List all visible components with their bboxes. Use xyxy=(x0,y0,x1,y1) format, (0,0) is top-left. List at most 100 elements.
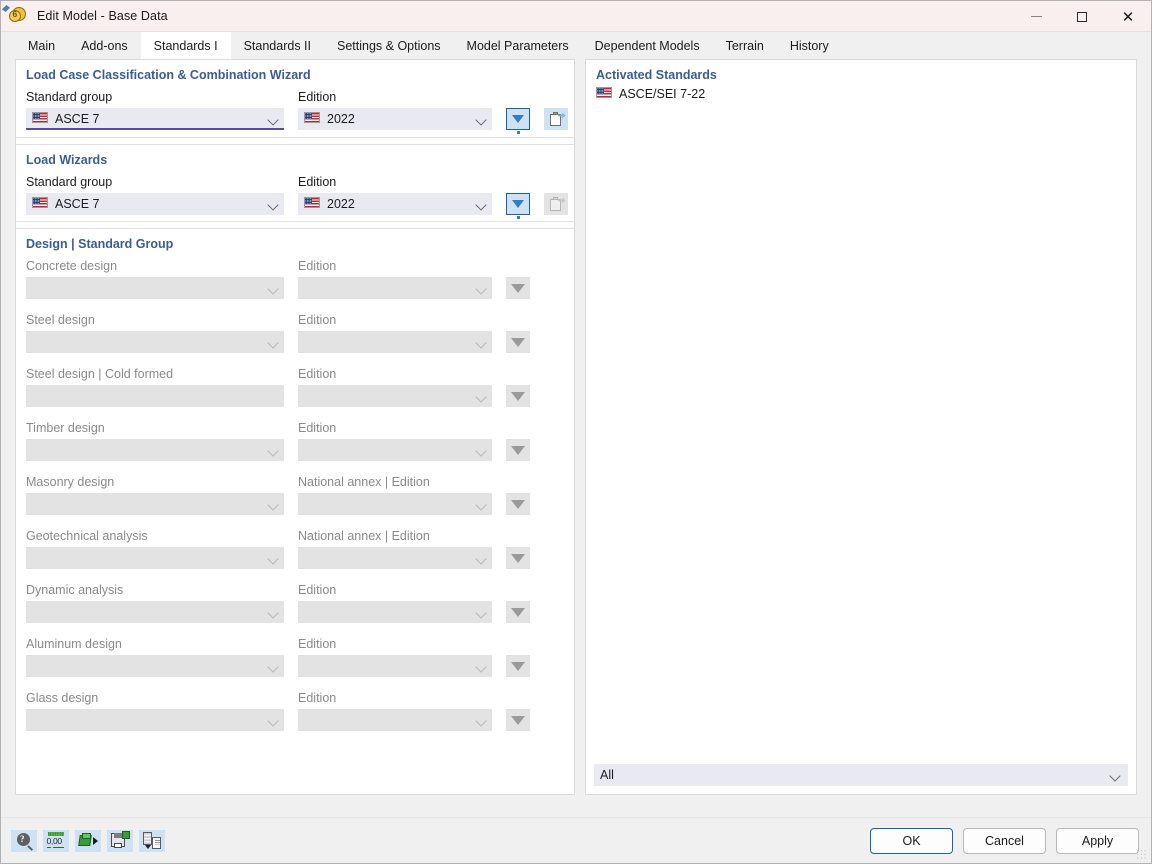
design-standard-select[interactable] xyxy=(26,331,284,353)
tab-history[interactable]: History xyxy=(777,32,842,59)
flag-us-icon xyxy=(304,197,320,211)
tab-add-ons[interactable]: Add-ons xyxy=(68,32,141,59)
tab-model-parameters[interactable]: Model Parameters xyxy=(454,32,582,59)
chevron-down-icon xyxy=(268,282,280,294)
tab-terrain[interactable]: Terrain xyxy=(713,32,777,59)
field-edition-lcw: Edition 2022 xyxy=(298,90,492,130)
tab-settings-and-options[interactable]: Settings & Options xyxy=(324,32,454,59)
resize-grip[interactable] xyxy=(1136,849,1147,860)
close-icon[interactable]: ✕ xyxy=(1105,1,1151,32)
edition-select-lcw[interactable]: 2022 xyxy=(298,108,492,130)
field-label: Edition xyxy=(298,637,492,651)
units-ruler-icon[interactable]: 0,00 xyxy=(43,830,69,852)
design-row: Geotechnical analysisNational annex | Ed… xyxy=(26,529,564,569)
standards-left-pane: Load Case Classification & Combination W… xyxy=(15,59,575,795)
design-row: Glass designEdition xyxy=(26,691,564,731)
tab-main[interactable]: Main xyxy=(15,32,68,59)
ok-button[interactable]: OK xyxy=(870,828,953,854)
footer-toolbar: ? 0,00 xyxy=(11,830,165,852)
design-edition-select[interactable] xyxy=(298,601,492,623)
title-bar: 6 Edit Model - Base Data ✕ xyxy=(1,1,1151,32)
design-filter-dropdown-button[interactable] xyxy=(506,331,530,353)
filter-funnel-icon-button-lw[interactable] xyxy=(506,193,530,215)
field-label: Edition xyxy=(298,691,492,705)
design-field-right: National annex | Edition xyxy=(298,475,492,515)
design-filter-dropdown-button[interactable] xyxy=(506,709,530,731)
chevron-down-icon xyxy=(476,282,488,294)
minimize-button[interactable] xyxy=(1013,1,1059,32)
apply-button[interactable]: Apply xyxy=(1056,828,1139,854)
field-label: Standard group xyxy=(26,90,284,104)
standard-group-value: ASCE 7 xyxy=(55,197,99,211)
window-title: Edit Model - Base Data xyxy=(37,9,168,23)
list-item-label: ASCE/SEI 7-22 xyxy=(619,87,705,101)
design-standard-select[interactable] xyxy=(26,655,284,677)
field-standard-group-lw: Standard group ASCE 7 xyxy=(26,175,284,215)
design-row: Steel designEdition xyxy=(26,313,564,353)
chevron-down-icon xyxy=(476,336,488,348)
design-standard-select[interactable] xyxy=(26,709,284,731)
design-edition-select[interactable] xyxy=(298,493,492,515)
edition-value: 2022 xyxy=(327,197,355,211)
group-title: Load Case Classification & Combination W… xyxy=(26,68,564,82)
chevron-down-icon xyxy=(476,113,488,125)
design-field-right: Edition xyxy=(298,421,492,461)
design-filter-dropdown-button[interactable] xyxy=(506,439,530,461)
field-label: National annex | Edition xyxy=(298,475,492,489)
group-title: Load Wizards xyxy=(26,153,564,167)
activated-standards-footer: All xyxy=(586,758,1136,794)
list-item[interactable]: ASCE/SEI 7-22 xyxy=(596,86,1126,102)
design-standard-select[interactable] xyxy=(26,547,284,569)
design-edition-select[interactable] xyxy=(298,385,492,407)
edition-select-lw[interactable]: 2022 xyxy=(298,193,492,215)
activated-standards-title: Activated Standards xyxy=(586,60,1136,86)
window-controls: ✕ xyxy=(1013,1,1151,32)
design-filter-dropdown-button[interactable] xyxy=(506,385,530,407)
design-row: Timber designEdition xyxy=(26,421,564,461)
field-label: Aluminum design xyxy=(26,637,284,651)
design-standard-select[interactable] xyxy=(26,277,284,299)
maximize-button[interactable] xyxy=(1059,1,1105,32)
design-rows-container: Concrete design Edition Steel designEditio… xyxy=(26,259,564,731)
import-icon[interactable] xyxy=(75,830,101,852)
design-filter-dropdown-button[interactable] xyxy=(506,655,530,677)
filter-funnel-icon-button-lcw[interactable] xyxy=(506,108,530,130)
design-filter-dropdown-button[interactable] xyxy=(506,493,530,515)
catalog-icon[interactable] xyxy=(139,830,165,852)
standards-filter-select[interactable]: All xyxy=(594,764,1128,786)
design-edition-select[interactable] xyxy=(298,439,492,461)
design-standard-select[interactable] xyxy=(26,385,284,407)
design-filter-dropdown-button[interactable] xyxy=(506,547,530,569)
design-edition-select[interactable] xyxy=(298,331,492,353)
chevron-down-icon xyxy=(268,498,280,510)
design-standard-select[interactable] xyxy=(26,493,284,515)
design-standard-select[interactable] xyxy=(26,439,284,461)
standards-filter-value: All xyxy=(600,768,614,782)
design-field-left: Concrete design xyxy=(26,259,284,299)
cancel-button[interactable]: Cancel xyxy=(963,828,1046,854)
standard-group-select-lcw[interactable]: ASCE 7 xyxy=(26,108,284,130)
design-field-left: Aluminum design xyxy=(26,637,284,677)
design-field-right: National annex | Edition xyxy=(298,529,492,569)
design-edition-select[interactable] xyxy=(298,547,492,569)
standard-group-value: ASCE 7 xyxy=(55,112,99,126)
design-edition-select[interactable] xyxy=(298,709,492,731)
tab-standards-ii[interactable]: Standards II xyxy=(231,32,324,59)
design-edition-select[interactable] xyxy=(298,655,492,677)
standard-group-select-lw[interactable]: ASCE 7 xyxy=(26,193,284,215)
design-field-right: Edition xyxy=(298,367,492,407)
design-standard-select[interactable] xyxy=(26,601,284,623)
tab-dependent-models[interactable]: Dependent Models xyxy=(582,32,713,59)
activated-standards-list[interactable]: ASCE/SEI 7-22 xyxy=(586,86,1136,758)
chevron-down-icon xyxy=(268,113,280,125)
design-filter-dropdown-button[interactable] xyxy=(506,277,530,299)
tab-standards-i[interactable]: Standards I xyxy=(141,32,231,59)
save-as-default-icon[interactable] xyxy=(107,830,133,852)
design-filter-dropdown-button[interactable] xyxy=(506,601,530,623)
chevron-down-icon xyxy=(476,498,488,510)
tab-bar: Main Add-ons Standards I Standards II Se… xyxy=(1,32,1151,59)
clipboard-import-button-lcw[interactable] xyxy=(544,108,568,130)
help-magnifier-icon[interactable]: ? xyxy=(11,830,37,852)
design-edition-select[interactable] xyxy=(298,277,492,299)
design-row: Steel design | Cold formedEdition xyxy=(26,367,564,407)
